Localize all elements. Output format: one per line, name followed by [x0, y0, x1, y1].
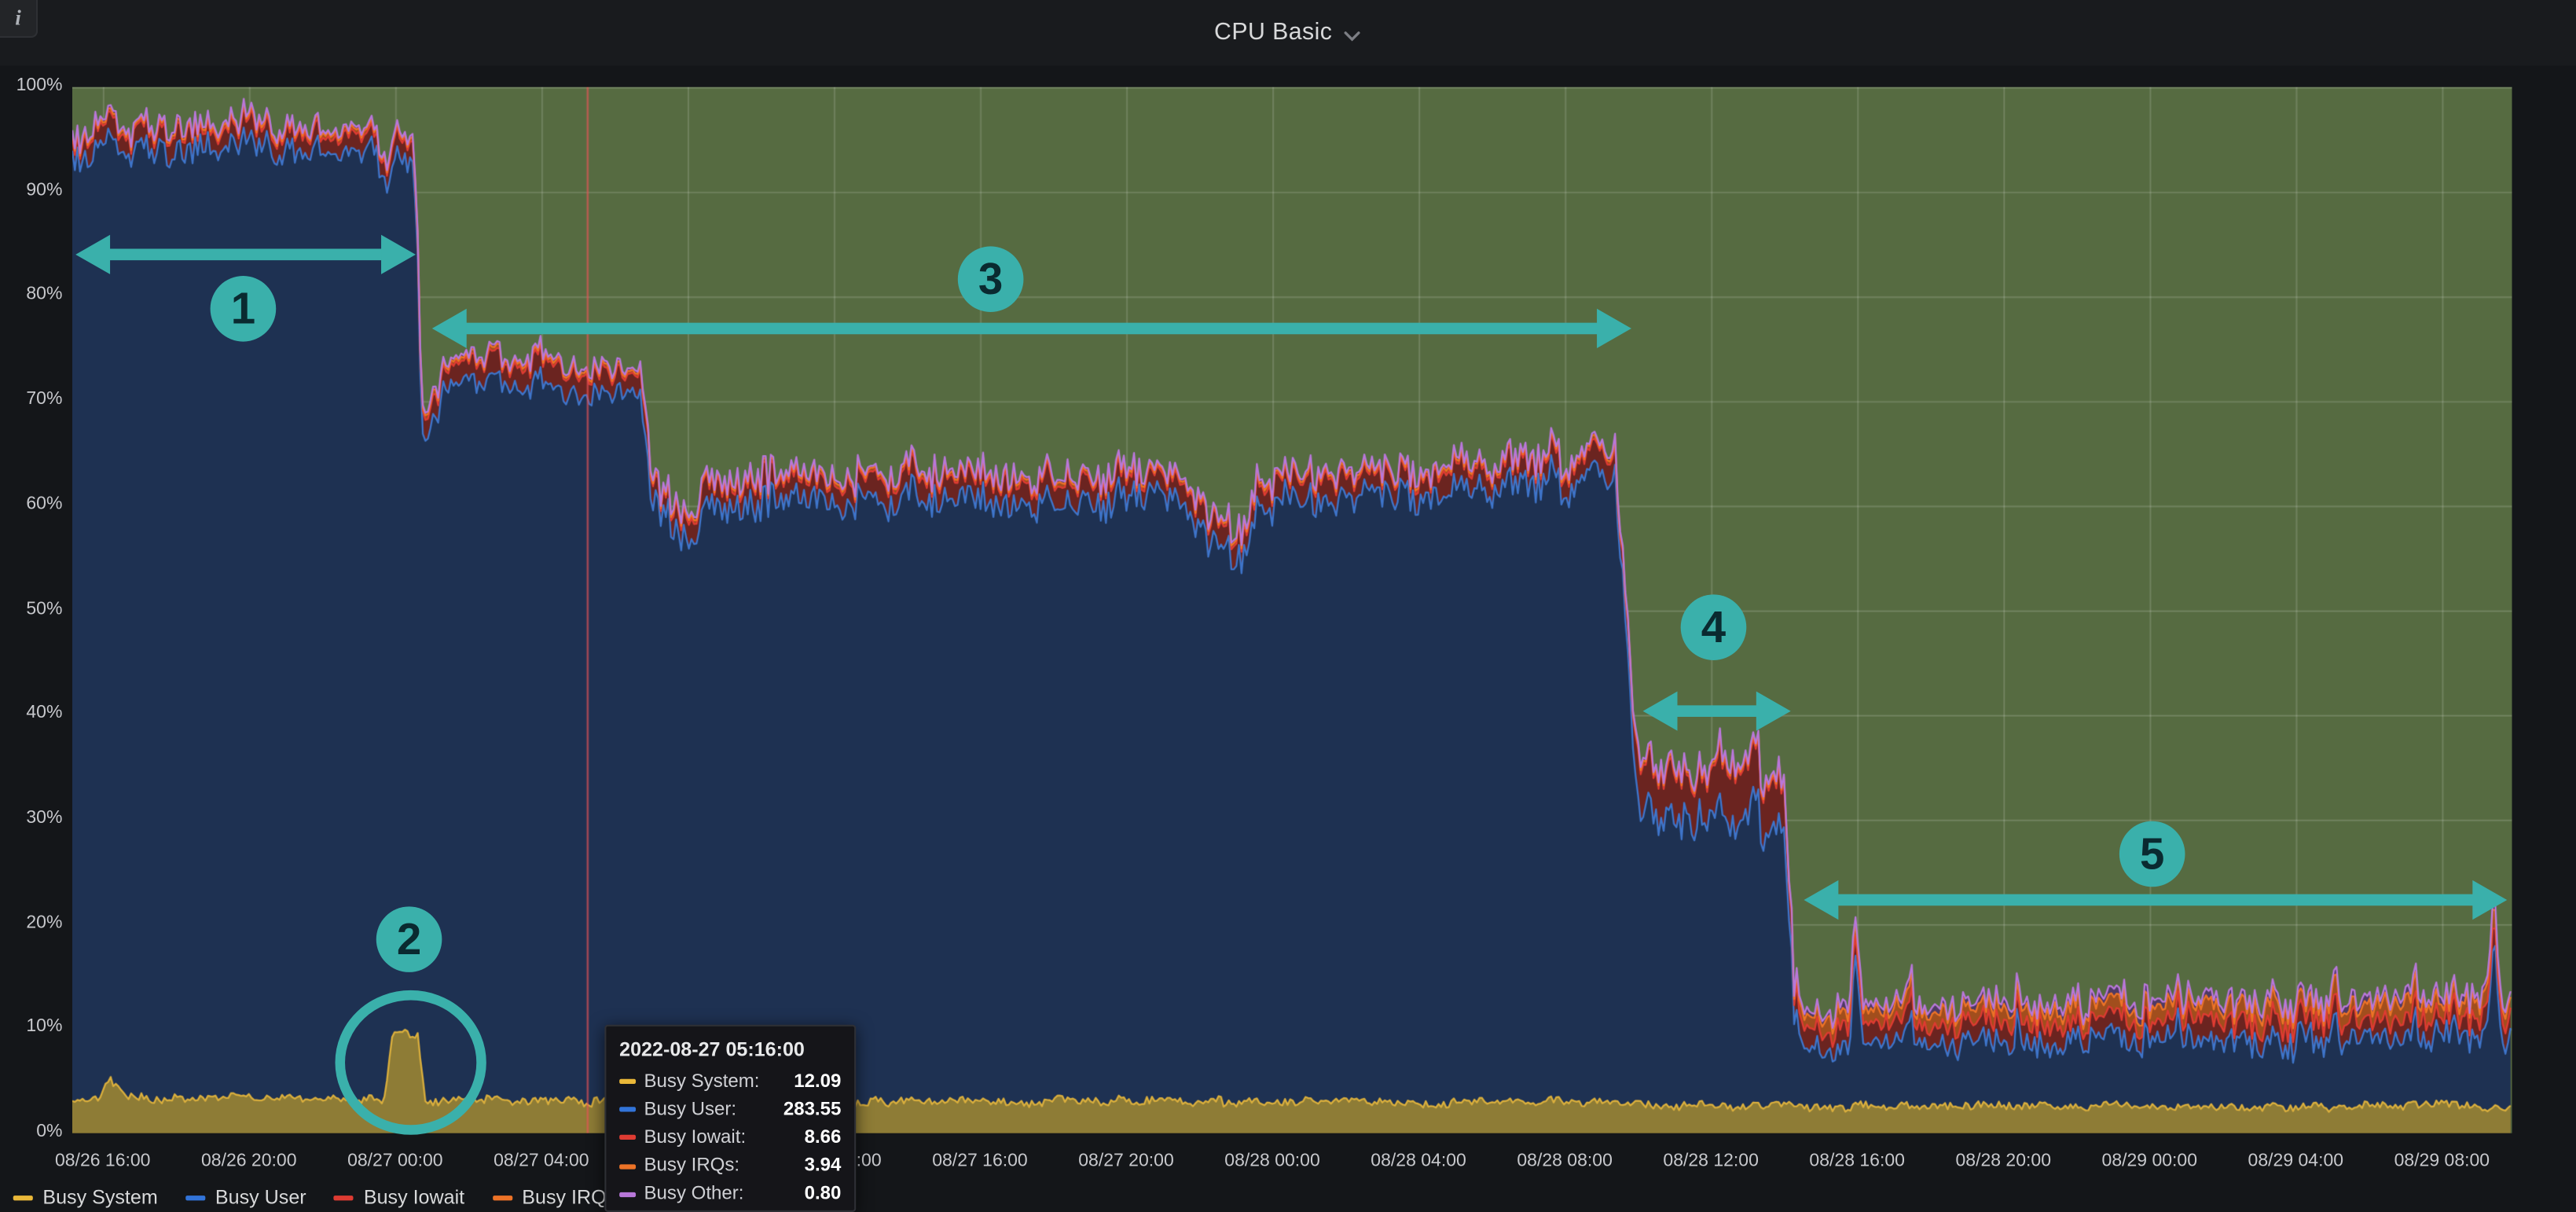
tooltip-series-label: Busy IRQs: — [644, 1156, 797, 1176]
y-tick-label: 40% — [0, 703, 62, 723]
y-tick-label: 60% — [0, 494, 62, 513]
y-tick-label: 80% — [0, 285, 62, 304]
legend-color-icon — [334, 1195, 354, 1199]
legend-label: Busy System — [42, 1186, 157, 1209]
annotation-badge-1: 1 — [211, 276, 277, 342]
chart-tooltip: 2022-08-27 05:16:00 Busy System:12.09Bus… — [604, 1025, 856, 1212]
tooltip-series-label: Busy System: — [644, 1072, 786, 1092]
y-tick-label: 30% — [0, 808, 62, 828]
legend-color-icon — [185, 1195, 205, 1199]
x-tick-label: 08/27 04:00 — [463, 1151, 621, 1171]
y-tick-label: 50% — [0, 599, 62, 619]
tooltip-row: Busy Other: 0.80 — [619, 1181, 841, 1209]
x-tick-label: 08/26 20:00 — [170, 1151, 328, 1171]
tooltip-row: Busy IRQs: 3.94 — [619, 1152, 841, 1181]
x-tick-label: 08/29 04:00 — [2217, 1151, 2375, 1171]
annotation-badge-5: 5 — [2119, 821, 2185, 887]
x-tick-label: 08/28 04:00 — [1340, 1151, 1498, 1171]
tooltip-series-value: 283.55 — [783, 1100, 842, 1119]
tooltip-series-label: Busy Other: — [644, 1184, 797, 1204]
x-tick-label: 08/29 08:00 — [2363, 1151, 2521, 1171]
tooltip-row: Busy Iowait: 8.66 — [619, 1124, 841, 1152]
chevron-down-icon — [1342, 25, 1362, 45]
legend-label: Busy IRQs — [522, 1186, 616, 1209]
legend-item-busy-system[interactable]: Busy System — [13, 1186, 158, 1209]
legend-item-busy-user[interactable]: Busy User — [185, 1186, 306, 1209]
tooltip-series-value: 3.94 — [805, 1156, 842, 1176]
legend-label: Busy User — [215, 1186, 306, 1209]
cpu-usage-chart[interactable] — [72, 87, 2512, 1133]
x-tick-label: 08/27 16:00 — [901, 1151, 1059, 1171]
annotation-badge-2: 2 — [376, 906, 442, 972]
panel-title-button[interactable]: CPU Basic — [0, 0, 2576, 66]
x-tick-label: 08/28 20:00 — [1925, 1151, 2082, 1171]
legend-item-busy-iowait[interactable]: Busy Iowait — [334, 1186, 464, 1209]
x-tick-label: 08/29 00:00 — [2071, 1151, 2229, 1171]
x-tick-label: 08/28 12:00 — [1632, 1151, 1790, 1171]
legend-item-busy-irqs[interactable]: Busy IRQs — [493, 1186, 617, 1209]
tooltip-series-value: 0.80 — [805, 1184, 842, 1204]
tooltip-series-label: Busy User: — [644, 1100, 776, 1119]
y-tick-label: 90% — [0, 180, 62, 200]
series-color-icon — [619, 1136, 636, 1140]
legend-color-icon — [493, 1195, 512, 1199]
legend-label: Busy Iowait — [364, 1186, 464, 1209]
tooltip-row: Busy User: 283.55 — [619, 1096, 841, 1124]
tooltip-series-value: 8.66 — [805, 1128, 842, 1148]
panel-title: CPU Basic — [1214, 20, 1332, 46]
annotation-badge-4: 4 — [1681, 594, 1747, 660]
grafana-panel-viewport: i CPU Basic 0%10%20%30%40%50%60%70%80%90… — [0, 0, 2576, 1212]
annotation-badge-3: 3 — [958, 246, 1024, 312]
x-tick-label: 08/27 00:00 — [316, 1151, 474, 1171]
y-tick-label: 70% — [0, 389, 62, 409]
x-tick-label: 08/26 16:00 — [24, 1151, 182, 1171]
tooltip-row: Busy System: 12.09 — [619, 1067, 841, 1096]
y-tick-label: 20% — [0, 913, 62, 932]
x-tick-label: 08/27 20:00 — [1048, 1151, 1205, 1171]
cpu-basic-panel: i CPU Basic 0%10%20%30%40%50%60%70%80%90… — [0, 0, 2576, 1212]
legend-color-icon — [13, 1195, 33, 1199]
x-tick-label: 08/28 16:00 — [1778, 1151, 1936, 1171]
series-color-icon — [619, 1164, 636, 1169]
x-tick-label: 08/28 00:00 — [1194, 1151, 1352, 1171]
tooltip-series-label: Busy Iowait: — [644, 1128, 797, 1148]
tooltip-timestamp: 2022-08-27 05:16:00 — [619, 1038, 841, 1061]
tooltip-series-value: 12.09 — [794, 1072, 841, 1092]
series-color-icon — [619, 1079, 636, 1084]
y-tick-label: 0% — [0, 1122, 62, 1141]
series-color-icon — [619, 1192, 636, 1197]
y-tick-label: 10% — [0, 1017, 62, 1037]
y-tick-label: 100% — [0, 75, 62, 95]
x-tick-label: 08/28 08:00 — [1486, 1151, 1644, 1171]
chart-legend: Busy System Busy User Busy Iowait Busy IRQs — [13, 1186, 616, 1209]
series-color-icon — [619, 1107, 636, 1112]
